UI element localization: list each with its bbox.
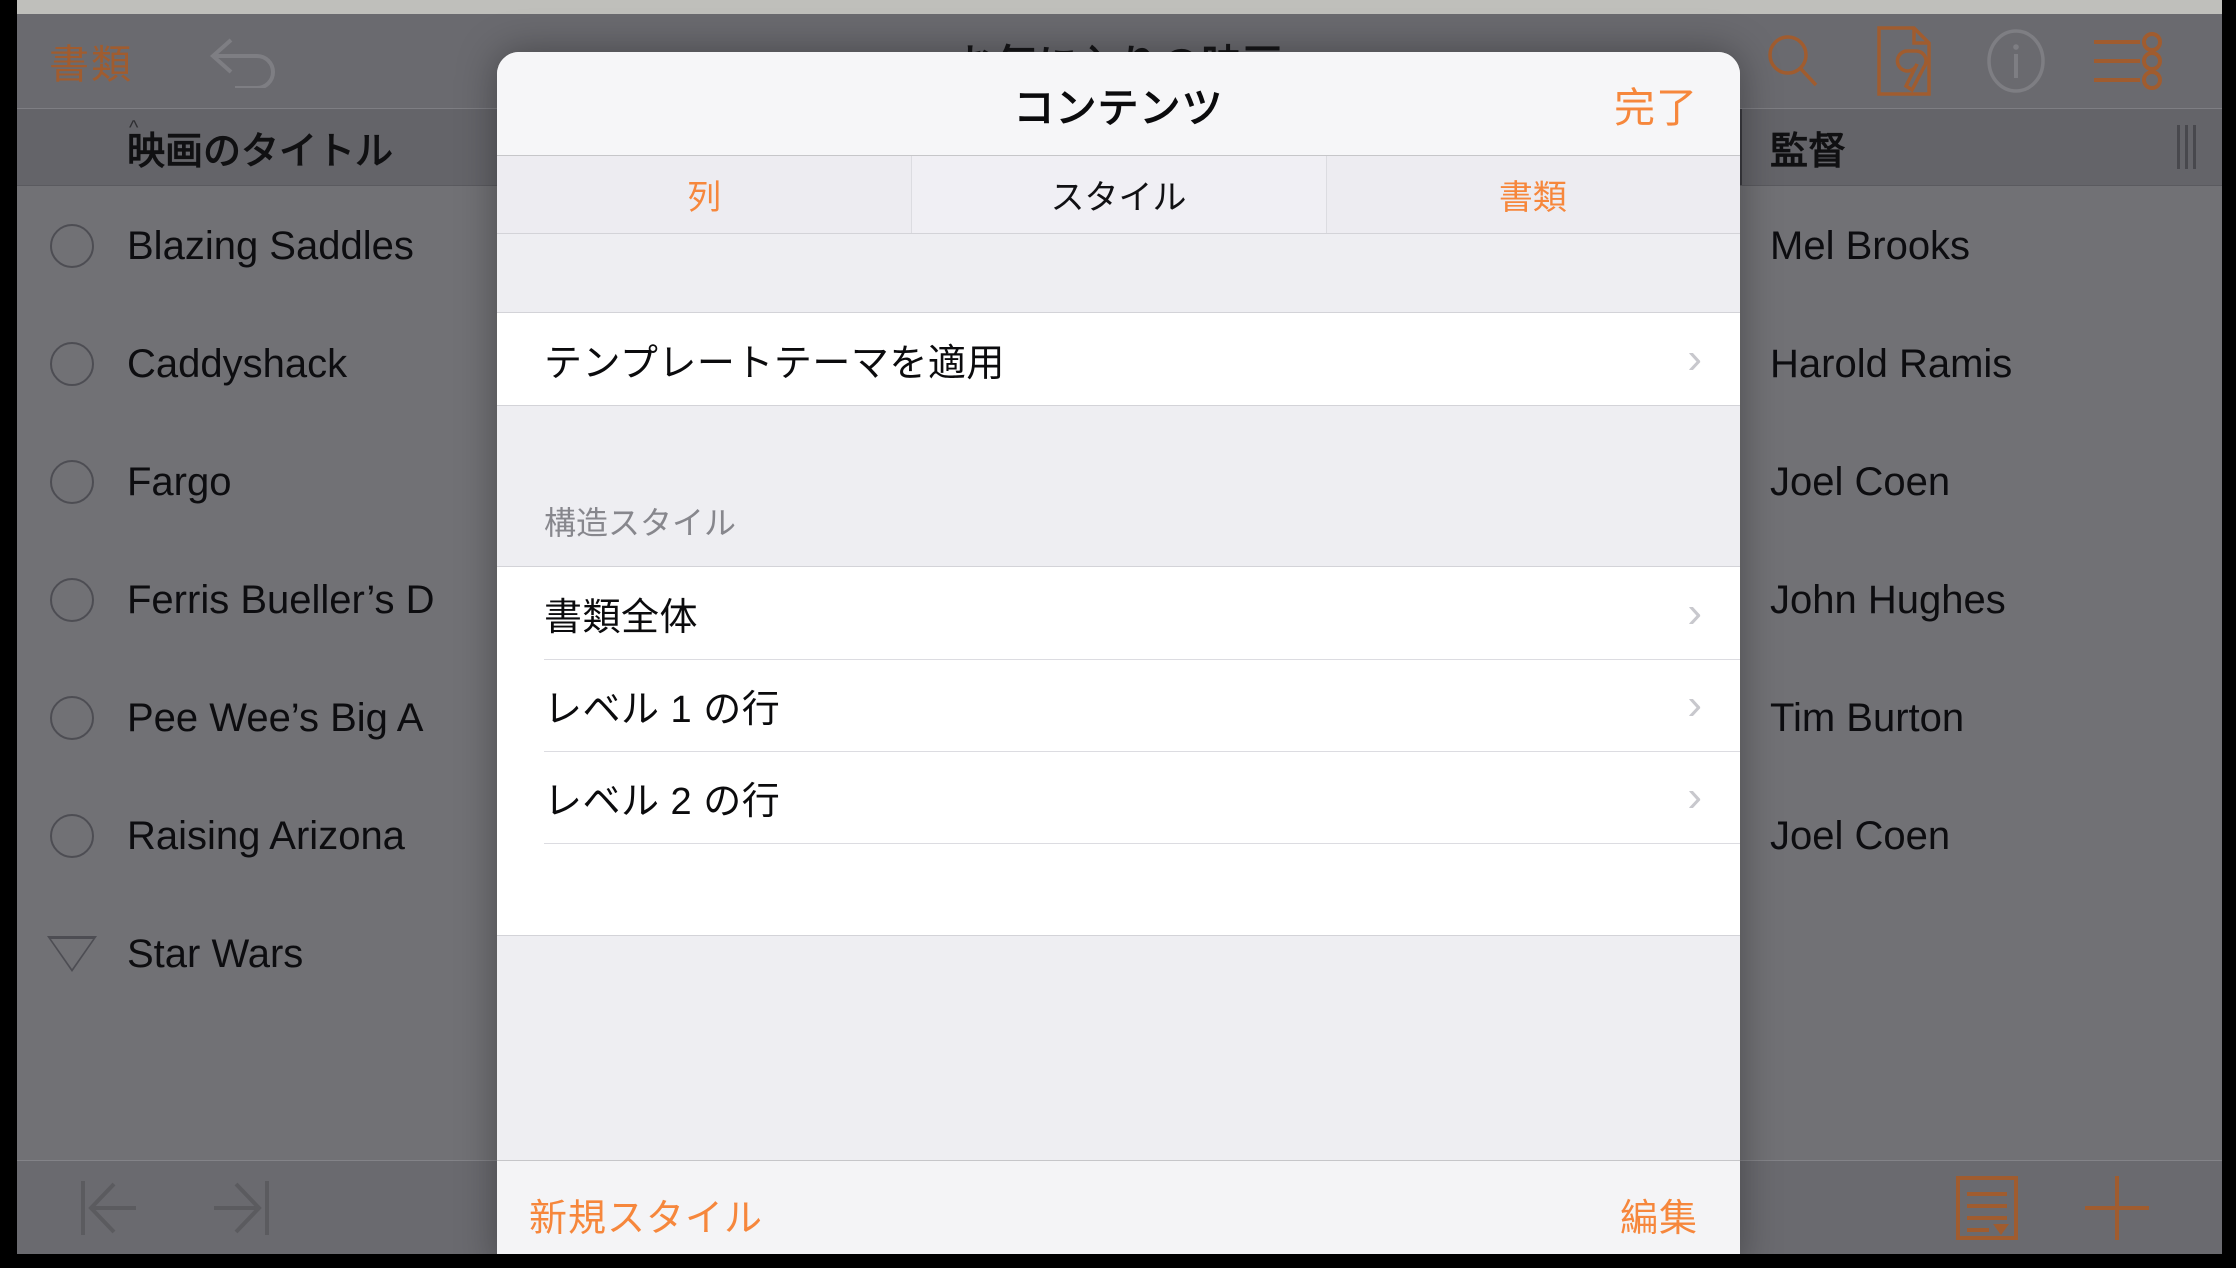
circle-icon xyxy=(50,342,94,386)
row-marker[interactable] xyxy=(17,578,127,622)
bezel-left xyxy=(0,0,17,1268)
tab-columns-label: 列 xyxy=(687,179,722,217)
settings-sliders-icon xyxy=(2092,30,2164,92)
popover-title: コンテンツ xyxy=(1013,84,1224,131)
tab-style-label: スタイル xyxy=(1050,179,1187,217)
status-strip xyxy=(0,0,2236,14)
section-label: 構造スタイル xyxy=(544,505,737,541)
chevron-right-icon: › xyxy=(1687,588,1702,637)
form-view-button[interactable] xyxy=(1922,1161,2052,1255)
circle-icon xyxy=(50,696,94,740)
bezel-bottom xyxy=(0,1254,2236,1268)
document-tools-button[interactable] xyxy=(1848,14,1960,108)
circle-icon xyxy=(50,224,94,268)
cell-director[interactable]: Joel Coen xyxy=(1742,460,2222,505)
structure-style-row-whole-document[interactable]: 書類全体 › xyxy=(497,567,1740,659)
add-record-button[interactable] xyxy=(2052,1161,2182,1255)
new-style-button[interactable]: 新規スタイル xyxy=(529,1187,763,1242)
cell-director[interactable]: Joel Coen xyxy=(1742,814,2222,859)
apply-template-theme-label: テンプレートテーマを適用 xyxy=(544,342,1005,385)
record-nav-group xyxy=(45,1161,305,1255)
chevron-right-icon: › xyxy=(1687,772,1702,821)
cell-director[interactable]: Tim Burton xyxy=(1742,696,2222,741)
triangle-down-icon xyxy=(47,936,97,972)
apply-template-theme-row[interactable]: テンプレートテーマを適用 › xyxy=(497,313,1740,405)
form-view-icon xyxy=(1955,1175,2019,1241)
row-marker-expanded[interactable] xyxy=(17,936,127,972)
search-button[interactable] xyxy=(1736,14,1848,108)
cell-director[interactable]: John Hughes xyxy=(1742,578,2222,623)
bottom-actions-group xyxy=(1922,1161,2182,1255)
documents-button[interactable]: 書類 xyxy=(49,14,133,108)
plus-icon xyxy=(2082,1173,2152,1243)
documents-button-label: 書類 xyxy=(49,43,133,87)
structure-style-label: 書類全体 xyxy=(544,596,699,639)
undo-arrow-icon xyxy=(205,34,283,88)
jump-to-last-button[interactable] xyxy=(175,1161,305,1255)
tab-document-label: 書類 xyxy=(1498,179,1567,217)
apply-theme-group: テンプレートテーマを適用 › xyxy=(497,312,1740,406)
cell-director[interactable]: Harold Ramis xyxy=(1742,342,2222,387)
popover-tabs: 列 スタイル 書類 xyxy=(497,156,1740,234)
popover-footer: 新規スタイル 編集 xyxy=(497,1160,1740,1268)
bezel-right xyxy=(2222,0,2236,1268)
popover-body: テンプレートテーマを適用 › 構造スタイル 書類全体 › レベル 1 の行 › … xyxy=(497,234,1740,1160)
structure-style-row-partial[interactable] xyxy=(497,843,1740,935)
column-header-title-label: 映画のタイトル xyxy=(127,130,394,173)
circle-icon xyxy=(50,460,94,504)
settings-button[interactable] xyxy=(2072,14,2184,108)
group-spacer-top xyxy=(497,234,1740,312)
tab-style[interactable]: スタイル xyxy=(911,156,1326,233)
circle-icon xyxy=(50,814,94,858)
row-marker[interactable] xyxy=(17,696,127,740)
content-popover: コンテンツ 完了 列 スタイル 書類 テンプレートテーマを適用 › 構造スタイル… xyxy=(497,52,1740,1268)
tab-document[interactable]: 書類 xyxy=(1325,156,1740,233)
circle-icon xyxy=(50,578,94,622)
cell-director[interactable]: Mel Brooks xyxy=(1742,224,2222,269)
chevron-right-icon: › xyxy=(1687,334,1702,383)
toolbar-right-group xyxy=(1736,14,2222,108)
document-tools-icon xyxy=(1876,25,1932,97)
structure-style-row-level-2[interactable]: レベル 2 の行 › xyxy=(497,751,1740,843)
undo-button[interactable] xyxy=(199,14,289,108)
jump-to-last-icon xyxy=(208,1173,272,1243)
structure-styles-group: 書類全体 › レベル 1 の行 › レベル 2 の行 › xyxy=(497,566,1740,936)
chevron-right-icon: › xyxy=(1687,680,1702,729)
tab-columns[interactable]: 列 xyxy=(497,156,912,233)
column-resize-handle-right[interactable] xyxy=(2177,125,2196,169)
info-button[interactable] xyxy=(1960,14,2072,108)
sort-ascending-caret-icon: ^ xyxy=(129,117,139,139)
popover-header: コンテンツ 完了 xyxy=(497,52,1740,156)
row-marker[interactable] xyxy=(17,342,127,386)
structure-style-row-level-1[interactable]: レベル 1 の行 › xyxy=(497,659,1740,751)
structure-style-label: レベル 2 の行 xyxy=(544,780,781,823)
row-marker[interactable] xyxy=(17,460,127,504)
structure-styles-section-header: 構造スタイル xyxy=(497,406,1740,566)
structure-style-label: レベル 1 の行 xyxy=(544,688,781,731)
row-marker[interactable] xyxy=(17,224,127,268)
search-icon xyxy=(1761,30,1823,92)
row-marker[interactable] xyxy=(17,814,127,858)
done-button[interactable]: 完了 xyxy=(1614,52,1698,156)
jump-to-first-button[interactable] xyxy=(45,1161,175,1255)
column-header-director[interactable]: 監督 xyxy=(1742,109,2222,185)
jump-to-first-icon xyxy=(78,1173,142,1243)
info-icon xyxy=(1985,28,2047,94)
column-header-director-label: 監督 xyxy=(1770,130,1847,173)
edit-button[interactable]: 編集 xyxy=(1620,1187,1698,1242)
